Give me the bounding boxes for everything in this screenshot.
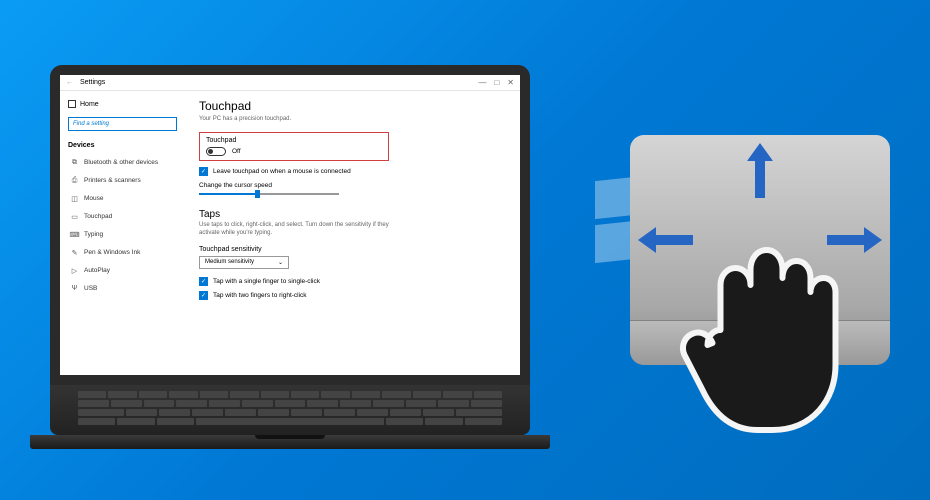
cursor-speed-label: Change the cursor speed (199, 182, 506, 189)
pen-icon: ✎ (70, 248, 79, 257)
toggle-value: Off (232, 148, 241, 155)
settings-content: Touchpad Your PC has a precision touchpa… (185, 91, 520, 375)
leave-on-label: Leave touchpad on when a mouse is connec… (213, 168, 351, 175)
taps-description: Use taps to click, right-click, and sele… (199, 222, 399, 238)
sidebar-item-mouse[interactable]: ◫Mouse (68, 191, 177, 206)
autoplay-icon: ▷ (70, 266, 79, 275)
sidebar-item-usb[interactable]: ΨUSB (68, 281, 177, 296)
touchpad-icon: ▭ (70, 212, 79, 221)
hand-icon (673, 230, 848, 440)
close-icon[interactable]: ✕ (507, 78, 514, 87)
page-title: Touchpad (199, 99, 506, 113)
bluetooth-icon: ⧉ (70, 158, 79, 167)
sidebar-item-pen[interactable]: ✎Pen & Windows Ink (68, 245, 177, 260)
touchpad-gesture-illustration (630, 135, 890, 365)
sidebar-item-typing[interactable]: ⌨Typing (68, 227, 177, 242)
keyboard-icon: ⌨ (70, 230, 79, 239)
usb-icon: Ψ (70, 284, 79, 293)
mouse-icon: ◫ (70, 194, 79, 203)
section-devices: Devices (68, 142, 177, 149)
tap-two-checkbox[interactable]: ✓ (199, 291, 208, 300)
tap-single-label: Tap with a single finger to single-click (213, 278, 320, 285)
home-nav[interactable]: Home (68, 97, 177, 111)
cursor-speed-slider[interactable] (199, 193, 339, 195)
sidebar-item-touchpad[interactable]: ▭Touchpad (68, 209, 177, 224)
touchpad-toggle[interactable] (206, 147, 226, 156)
sidebar-item-printers[interactable]: ⎙Printers & scanners (68, 173, 177, 188)
home-label: Home (80, 101, 99, 108)
printer-icon: ⎙ (70, 176, 79, 185)
sidebar-item-bluetooth[interactable]: ⧉Bluetooth & other devices (68, 155, 177, 170)
maximize-icon[interactable]: □ (494, 78, 499, 87)
touchpad-toggle-highlight: Touchpad Off (199, 132, 389, 161)
back-icon[interactable]: ← (66, 79, 76, 86)
chevron-down-icon: ⌄ (278, 259, 283, 266)
settings-window: ← Settings — □ ✕ Home Find a setting Dev… (60, 75, 520, 375)
home-icon (68, 100, 76, 108)
search-input[interactable]: Find a setting (68, 117, 177, 131)
window-title: Settings (80, 79, 105, 86)
laptop-illustration: ← Settings — □ ✕ Home Find a setting Dev… (30, 65, 550, 455)
minimize-icon[interactable]: — (478, 78, 486, 87)
toggle-label: Touchpad (206, 137, 382, 144)
page-subtitle: Your PC has a precision touchpad. (199, 116, 506, 122)
leave-on-checkbox[interactable]: ✓ (199, 167, 208, 176)
tap-two-label: Tap with two fingers to right-click (213, 292, 307, 299)
sensitivity-dropdown[interactable]: Medium sensitivity ⌄ (199, 256, 289, 269)
sensitivity-label: Touchpad sensitivity (199, 246, 506, 253)
settings-sidebar: Home Find a setting Devices ⧉Bluetooth &… (60, 91, 185, 375)
tap-single-checkbox[interactable]: ✓ (199, 277, 208, 286)
sidebar-item-autoplay[interactable]: ▷AutoPlay (68, 263, 177, 278)
taps-heading: Taps (199, 209, 506, 220)
